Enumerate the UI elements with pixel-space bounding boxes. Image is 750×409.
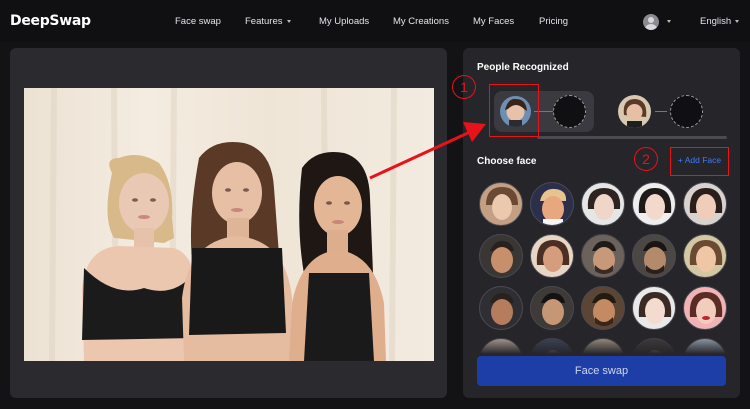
annotation-highlight-add-face — [670, 147, 729, 176]
face-option[interactable] — [632, 234, 676, 278]
nav-features[interactable]: Features — [245, 16, 291, 27]
annotation-highlight-recognized-face — [489, 84, 539, 137]
uploaded-photo — [24, 88, 434, 361]
face-option[interactable] — [581, 286, 625, 330]
three-women-photo — [24, 88, 434, 361]
target-face-slot[interactable] — [553, 95, 586, 128]
language-selector[interactable]: English — [700, 16, 740, 27]
annotation-step-2: 2 — [634, 147, 658, 171]
face-option[interactable] — [632, 286, 676, 330]
deepswap-logo[interactable]: DeepSwap — [10, 13, 91, 29]
chevron-down-icon — [286, 19, 291, 23]
face-option[interactable] — [683, 182, 727, 226]
face-option[interactable] — [479, 234, 523, 278]
annotation-step-1: 1 — [452, 75, 476, 99]
face-option[interactable] — [530, 182, 574, 226]
recognized-face-thumbnail[interactable] — [618, 95, 651, 128]
nav-pricing[interactable]: Pricing — [539, 16, 568, 27]
face-option[interactable] — [530, 286, 574, 330]
face-option[interactable] — [479, 286, 523, 330]
face-option[interactable] — [479, 182, 523, 226]
people-recognized-title: People Recognized — [477, 62, 569, 73]
target-face-slot[interactable] — [670, 95, 703, 128]
grid-fade-overlay — [463, 334, 740, 354]
chevron-down-icon — [735, 19, 740, 23]
face-option[interactable] — [683, 286, 727, 330]
top-navigation-bar: DeepSwap Face swap Features My Uploads M… — [0, 0, 750, 42]
nav-face-swap[interactable]: Face swap — [175, 16, 221, 27]
face-thumbnail-image — [623, 99, 647, 128]
face-options-grid — [476, 182, 728, 354]
choose-face-title: Choose face — [477, 156, 537, 167]
face-swap-button[interactable]: Face swap — [477, 356, 726, 386]
nav-my-creations[interactable]: My Creations — [393, 16, 449, 27]
recognized-scrollbar[interactable] — [537, 136, 727, 139]
chevron-down-icon — [667, 19, 671, 23]
account-menu-caret[interactable] — [663, 16, 671, 27]
nav-my-faces[interactable]: My Faces — [473, 16, 514, 27]
face-option[interactable] — [683, 234, 727, 278]
user-avatar-icon[interactable] — [643, 14, 659, 30]
face-option[interactable] — [632, 182, 676, 226]
face-option[interactable] — [530, 234, 574, 278]
face-option[interactable] — [581, 182, 625, 226]
face-option[interactable] — [581, 234, 625, 278]
nav-my-uploads[interactable]: My Uploads — [319, 16, 369, 27]
